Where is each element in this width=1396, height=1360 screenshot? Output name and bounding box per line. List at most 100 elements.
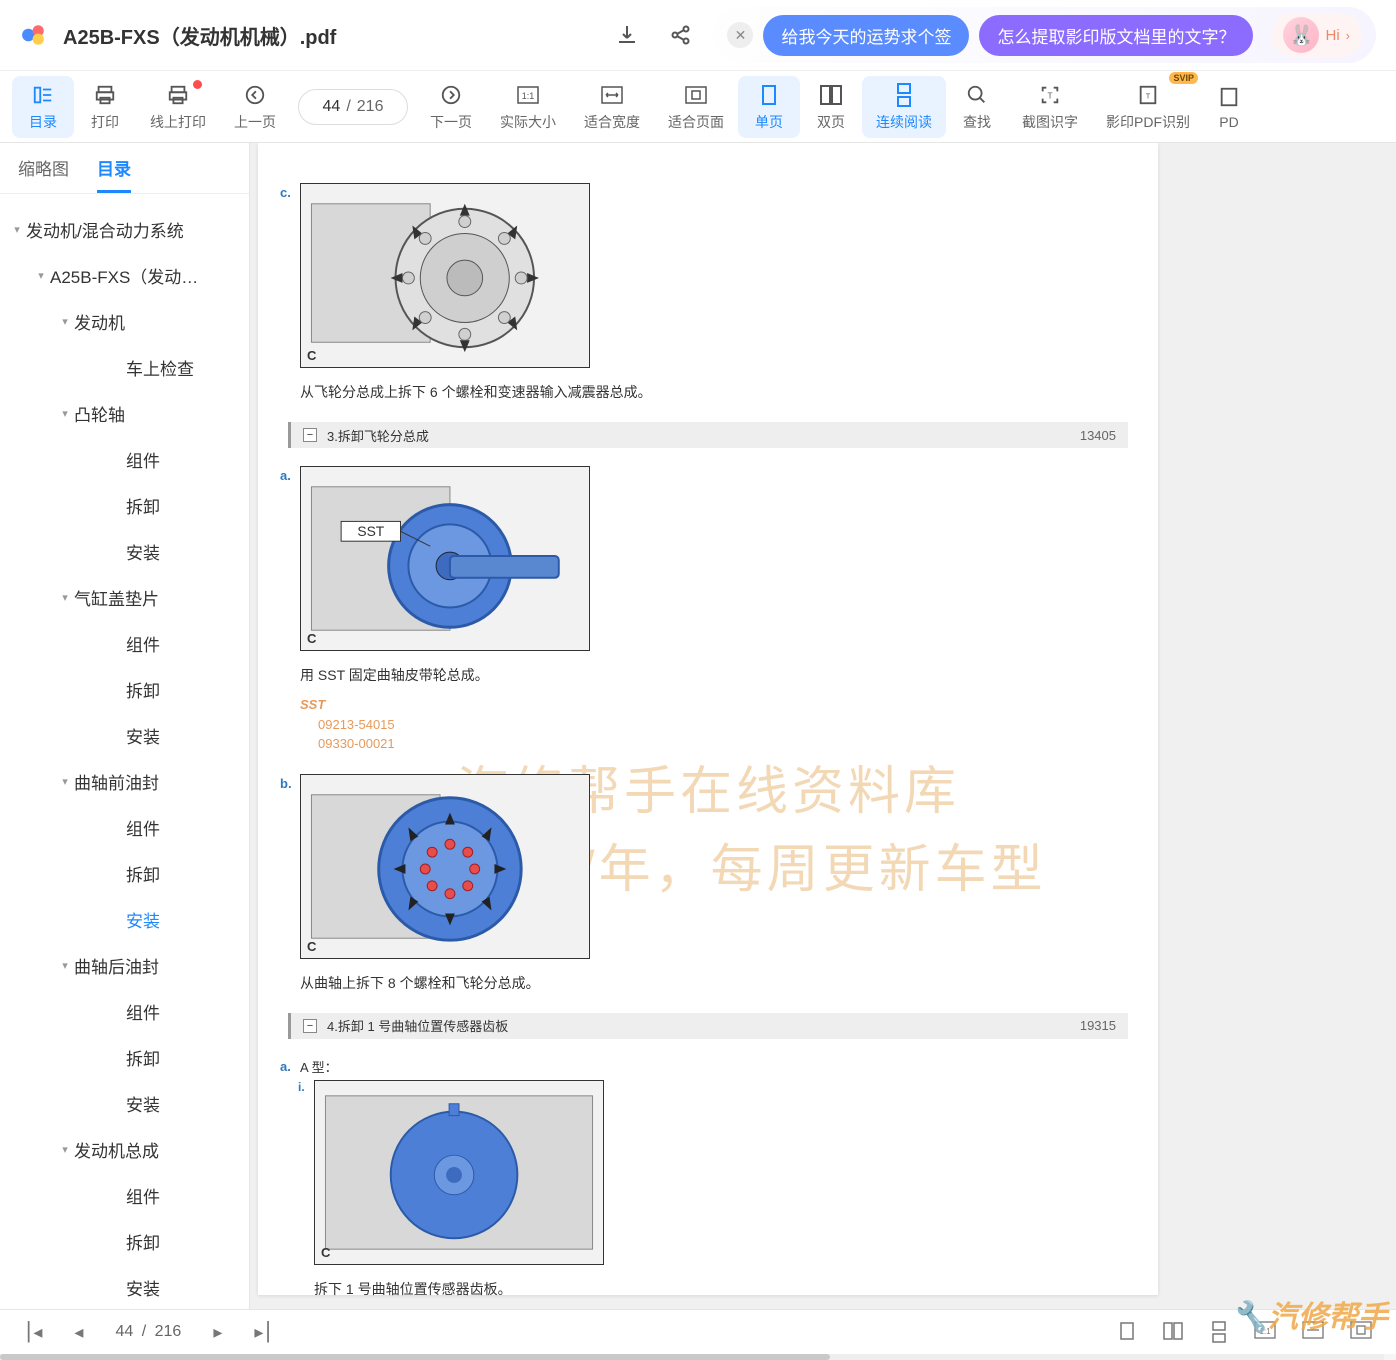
outline-item[interactable]: 安装: [0, 712, 249, 758]
outline-item[interactable]: 拆卸: [0, 1218, 249, 1264]
tool-screenshot-ocr[interactable]: T 截图识字: [1008, 76, 1092, 138]
outline-item[interactable]: 组件: [0, 988, 249, 1034]
title-bar: A25B-FXS（发动机机械）.pdf ✕ 给我今天的运势求个签 怎么提取影印版…: [0, 0, 1396, 71]
tool-web-print[interactable]: 线上打印: [136, 76, 220, 138]
figure-clutch: C: [300, 183, 590, 368]
svg-text:T: T: [1047, 91, 1052, 100]
assistant-avatar[interactable]: 🐰 Hi ›: [1271, 13, 1362, 57]
outline-label: 安装: [126, 539, 160, 564]
last-page-button[interactable]: ▸⎮: [254, 1322, 272, 1343]
step-caption: 用 SST 固定曲轴皮带轮总成。: [300, 665, 1128, 685]
tool-pdf-ocr[interactable]: SVIP T 影印PDF识别: [1092, 76, 1204, 138]
svip-badge: SVIP: [1169, 72, 1198, 84]
outline-label: 拆卸: [126, 1045, 160, 1070]
tool-prev-page[interactable]: 上一页: [220, 76, 290, 138]
outline-label: A25B-FXS（发动…: [50, 263, 198, 288]
outline-item[interactable]: 拆卸: [0, 850, 249, 896]
outline-item[interactable]: ▾曲轴后油封: [0, 942, 249, 988]
outline-item[interactable]: ▾气缸盖垫片: [0, 574, 249, 620]
outline-label: 安装: [126, 1091, 160, 1116]
suggestion-pill-2[interactable]: 怎么提取影印版文档里的文字？: [979, 15, 1253, 56]
tool-double-page[interactable]: 双页: [800, 76, 862, 138]
close-suggestion-button[interactable]: ✕: [727, 22, 753, 48]
outline-item[interactable]: ▾凸轮轴: [0, 390, 249, 436]
outline-label: 安装: [126, 1275, 160, 1300]
step-marker: b.: [280, 776, 292, 791]
outline-label: 发动机: [74, 309, 125, 334]
step-caption: 从飞轮分总成上拆下 6 个螺栓和变速器输入减震器总成。: [300, 382, 1128, 402]
tool-fit-page[interactable]: 适合页面: [654, 76, 738, 138]
tool-next-page[interactable]: 下一页: [416, 76, 486, 138]
tab-thumbnails[interactable]: 缩略图: [18, 155, 69, 193]
suggestion-pill-1[interactable]: 给我今天的运势求个签: [763, 15, 969, 56]
prev-page-button[interactable]: ◂: [74, 1322, 83, 1343]
first-page-button[interactable]: ⎮◂: [24, 1322, 42, 1343]
avatar-icon: 🐰: [1283, 17, 1319, 53]
tool-continuous[interactable]: 连续阅读: [862, 76, 946, 138]
page-number-input[interactable]: 44 / 216: [298, 89, 408, 125]
outline-item[interactable]: 安装: [0, 1080, 249, 1126]
tree-arrow-icon: ▾: [56, 775, 74, 788]
tool-actual-size[interactable]: 1:1 实际大小: [486, 76, 570, 138]
document-filename: A25B-FXS（发动机机械）.pdf: [63, 21, 615, 50]
collapse-icon[interactable]: −: [303, 428, 317, 442]
outline-label: 发动机/混合动力系统: [26, 217, 184, 242]
tool-toc[interactable]: 目录: [12, 76, 74, 138]
actual-size-icon: 1:1: [516, 82, 540, 108]
outline-item[interactable]: 安装: [0, 896, 249, 942]
document-viewport[interactable]: 汽修帮手在线资料库 会员199/年，每周更新车型 c. C: [250, 143, 1396, 1315]
status-bar: ⎮◂ ◂ 44 / 216 ▸ ▸⎮ 1:1: [0, 1309, 1396, 1354]
step-marker: c.: [280, 185, 291, 200]
svg-text:SST: SST: [357, 523, 384, 539]
share-icon[interactable]: [669, 23, 693, 47]
outline-label: 气缸盖垫片: [74, 585, 159, 610]
outline-item[interactable]: ▾发动机/混合动力系统: [0, 206, 249, 252]
outline-item[interactable]: ▾发动机总成: [0, 1126, 249, 1172]
tool-find[interactable]: 查找: [946, 76, 1008, 138]
outline-item[interactable]: 拆卸: [0, 482, 249, 528]
outline-item[interactable]: ▾A25B-FXS（发动…: [0, 252, 249, 298]
tool-single-page[interactable]: 单页: [738, 76, 800, 138]
outline-label: 凸轮轴: [74, 401, 125, 426]
screenshot-ocr-icon: T: [1039, 82, 1061, 108]
figure-flywheel-bolts: C: [300, 774, 590, 959]
search-icon: [966, 82, 988, 108]
download-icon[interactable]: [615, 23, 639, 47]
outline-item[interactable]: 组件: [0, 1172, 249, 1218]
outline-item[interactable]: 组件: [0, 436, 249, 482]
outline-label: 曲轴后油封: [74, 953, 159, 978]
tab-toc[interactable]: 目录: [97, 155, 131, 193]
outline-label: 组件: [126, 815, 160, 840]
next-page-button[interactable]: ▸: [213, 1322, 222, 1343]
horizontal-scrollbar[interactable]: [0, 1354, 1384, 1360]
view-continuous-icon[interactable]: [1210, 1321, 1228, 1343]
outline-item[interactable]: ▾发动机: [0, 298, 249, 344]
outline-label: 安装: [126, 907, 160, 932]
view-double-icon[interactable]: [1162, 1321, 1184, 1343]
tool-pdf-convert[interactable]: PD: [1204, 78, 1240, 136]
outline-item[interactable]: 拆卸: [0, 666, 249, 712]
section-header[interactable]: − 4.拆卸 1 号曲轴位置传感器齿板 19315: [288, 1013, 1128, 1039]
outline-label: 拆卸: [126, 493, 160, 518]
outline-item[interactable]: 拆卸: [0, 1034, 249, 1080]
fit-page-icon: [684, 82, 708, 108]
double-page-icon: [819, 82, 843, 108]
app-logo: [20, 21, 48, 49]
outline-tree: ▾发动机/混合动力系统▾A25B-FXS（发动…▾发动机车上检查▾凸轮轴组件拆卸…: [0, 194, 249, 1315]
section-header[interactable]: − 3.拆卸飞轮分总成 13405: [288, 422, 1128, 448]
outline-item[interactable]: 安装: [0, 528, 249, 574]
outline-item[interactable]: 车上检查: [0, 344, 249, 390]
tool-print[interactable]: 打印: [74, 76, 136, 138]
step-caption: 拆下 1 号曲轴位置传感器齿板。: [314, 1279, 1128, 1299]
brand-watermark: 🔧汽修帮手: [1231, 1292, 1388, 1336]
notification-dot: [193, 80, 202, 89]
view-single-icon[interactable]: [1118, 1321, 1136, 1343]
outline-item[interactable]: 组件: [0, 620, 249, 666]
outline-item[interactable]: ▾曲轴前油封: [0, 758, 249, 804]
outline-item[interactable]: 安装: [0, 1264, 249, 1310]
collapse-icon[interactable]: −: [303, 1019, 317, 1033]
pdf-ocr-icon: T: [1137, 82, 1159, 108]
tool-fit-width[interactable]: 适合宽度: [570, 76, 654, 138]
outline-item[interactable]: 组件: [0, 804, 249, 850]
footer-page-display[interactable]: 44 / 216: [115, 1323, 181, 1341]
